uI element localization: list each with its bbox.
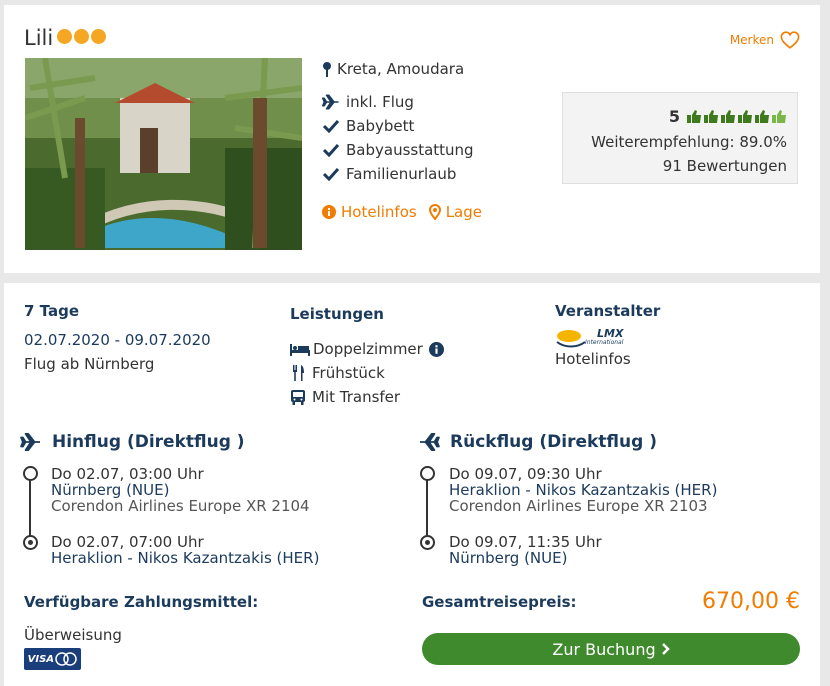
check-icon bbox=[323, 143, 339, 157]
outbound-arrival: Do 02.07, 07:00 Uhr Heraklion - Nikos Ka… bbox=[51, 534, 319, 566]
check-icon bbox=[323, 119, 339, 133]
return-arr-airport: Nürnberg (NUE) bbox=[449, 549, 568, 567]
info-icon[interactable] bbox=[428, 341, 444, 357]
operator-logo-sub: International bbox=[585, 339, 624, 346]
booking-button-label: Zur Buchung bbox=[552, 639, 656, 659]
hotel-photo[interactable] bbox=[25, 58, 302, 250]
review-count: 91 Bewertungen bbox=[662, 157, 787, 175]
feature-familienurlaub: Familienurlaub bbox=[322, 165, 456, 183]
trip-departure: Flug ab Nürnberg bbox=[24, 355, 155, 373]
visa-mastercard-logo: VISA bbox=[24, 648, 81, 670]
hotel-stars bbox=[57, 29, 106, 44]
outbound-departure: Do 02.07, 03:00 Uhr Nürnberg (NUE) Coren… bbox=[51, 466, 310, 514]
thumb-up-icon bbox=[704, 110, 718, 123]
visa-logo-text: VISA bbox=[27, 653, 55, 665]
hotelinfos-link[interactable]: Hotelinfos bbox=[322, 203, 417, 221]
location-text: Kreta, Amoudara bbox=[337, 60, 465, 78]
map-pin-icon bbox=[428, 204, 441, 220]
return-departure: Do 09.07, 09:30 Uhr Heraklion - Nikos Ka… bbox=[449, 466, 717, 514]
outbound-arr-marker bbox=[23, 535, 38, 550]
rating-score-row: 5 bbox=[669, 107, 787, 126]
hotel-photo-image bbox=[25, 58, 302, 250]
outbound-dep-time: Do 02.07, 03:00 Uhr bbox=[51, 465, 204, 483]
offer-card: 7 Tage 02.07.2020 - 09.07.2020 Flug ab N… bbox=[4, 283, 820, 686]
return-arr-time: Do 09.07, 11:35 Uhr bbox=[449, 533, 602, 551]
service-transfer-label: Mit Transfer bbox=[312, 388, 401, 406]
star-icon bbox=[91, 29, 106, 44]
chevron-right-icon bbox=[661, 643, 670, 655]
info-icon bbox=[322, 205, 336, 219]
services-title: Leistungen bbox=[290, 305, 384, 323]
service-board-label: Frühstück bbox=[312, 364, 385, 382]
hotel-name[interactable]: Lili bbox=[24, 26, 53, 50]
feature-babyausstattung: Babyausstattung bbox=[322, 141, 474, 159]
rating-box[interactable]: 5 Weiterempfehlung: 89.0% 91 Bewertungen bbox=[562, 92, 798, 184]
return-title: Rückflug (Direktflug ) bbox=[418, 432, 657, 452]
feature-label: inkl. Flug bbox=[346, 93, 414, 111]
outbound-flight-number: Corendon Airlines Europe XR 2104 bbox=[51, 497, 310, 515]
feature-flight: inkl. Flug bbox=[322, 93, 414, 111]
trip-duration: 7 Tage bbox=[24, 302, 79, 320]
trip-dates: 02.07.2020 - 09.07.2020 bbox=[24, 331, 211, 349]
check-icon bbox=[323, 167, 339, 181]
total-price: 670,00 € bbox=[702, 589, 800, 614]
operator-logo: LMX International bbox=[555, 327, 635, 350]
booking-button[interactable]: Zur Buchung bbox=[422, 633, 800, 665]
feature-label: Babybett bbox=[346, 117, 415, 135]
thumb-up-icon bbox=[687, 110, 701, 123]
bed-icon bbox=[290, 344, 310, 356]
outbound-dep-marker bbox=[23, 466, 38, 481]
thumb-up-icon bbox=[755, 110, 769, 123]
return-dep-airport: Heraklion - Nikos Kazantzakis (HER) bbox=[449, 481, 718, 499]
recommendation-rate: Weiterempfehlung: 89.0% bbox=[591, 133, 787, 151]
hotel-location: Kreta, Amoudara bbox=[322, 60, 464, 78]
service-room-label: Doppelzimmer bbox=[313, 340, 423, 358]
outbound-arr-airport: Heraklion - Nikos Kazantzakis (HER) bbox=[51, 549, 320, 567]
cutlery-icon bbox=[293, 365, 304, 381]
heart-icon bbox=[780, 31, 800, 49]
payment-logos: VISA bbox=[24, 648, 81, 670]
payment-title: Verfügbare Zahlungsmittel: bbox=[24, 593, 259, 611]
feature-babybett: Babybett bbox=[322, 117, 414, 135]
service-transfer: Mit Transfer bbox=[290, 388, 400, 406]
lage-label: Lage bbox=[445, 203, 482, 221]
thumb-up-icon bbox=[772, 110, 786, 123]
return-arrival: Do 09.07, 11:35 Uhr Nürnberg (NUE) bbox=[449, 534, 602, 566]
hotel-card: Lili Merken Kreta, Amoudara inkl. Flug B… bbox=[4, 5, 820, 273]
feature-label: Babyausstattung bbox=[346, 141, 474, 159]
merken-button[interactable]: Merken bbox=[730, 31, 800, 49]
return-title-label: Rückflug (Direktflug ) bbox=[450, 432, 657, 452]
return-dep-marker bbox=[420, 466, 435, 481]
lage-link[interactable]: Lage bbox=[428, 203, 482, 221]
service-room: Doppelzimmer bbox=[290, 340, 444, 358]
rating-score: 5 bbox=[668, 107, 680, 126]
service-board: Frühstück bbox=[292, 364, 385, 382]
payment-method: Überweisung bbox=[24, 626, 122, 644]
hotel-links: Hotelinfos Lage bbox=[322, 203, 482, 221]
operator-hotelinfos-link[interactable]: Hotelinfos bbox=[555, 350, 631, 368]
star-icon bbox=[74, 29, 89, 44]
star-icon bbox=[57, 29, 72, 44]
outbound-dep-airport: Nürnberg (NUE) bbox=[51, 481, 170, 499]
feature-label: Familienurlaub bbox=[346, 165, 457, 183]
outbound-title: Hinflug (Direktflug ) bbox=[20, 432, 245, 452]
return-arr-marker bbox=[420, 535, 435, 550]
plane-icon bbox=[20, 433, 40, 451]
thumb-up-icon bbox=[721, 110, 735, 123]
outbound-arr-time: Do 02.07, 07:00 Uhr bbox=[51, 533, 204, 551]
hotelinfos-label: Hotelinfos bbox=[341, 203, 417, 221]
return-flight-number: Corendon Airlines Europe XR 2103 bbox=[449, 497, 708, 515]
bus-icon bbox=[291, 390, 305, 405]
thumbs-rating bbox=[686, 109, 787, 124]
plane-icon bbox=[322, 94, 339, 110]
return-dep-time: Do 09.07, 09:30 Uhr bbox=[449, 465, 602, 483]
thumb-up-icon bbox=[738, 110, 752, 123]
mastercard-icon bbox=[55, 652, 78, 666]
operator-title: Veranstalter bbox=[555, 302, 661, 320]
merken-label: Merken bbox=[729, 33, 774, 47]
plane-icon bbox=[420, 433, 440, 451]
outbound-title-label: Hinflug (Direktflug ) bbox=[52, 432, 245, 452]
pin-icon bbox=[323, 62, 331, 77]
total-price-label: Gesamtreisepreis: bbox=[422, 593, 577, 611]
